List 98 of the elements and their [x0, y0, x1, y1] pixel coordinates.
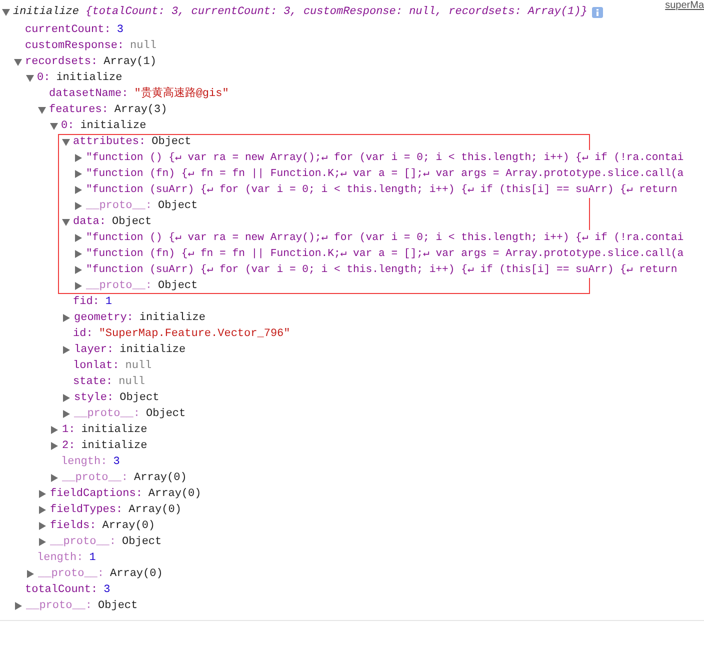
property-key: "function () {↵ var ra = new Array();↵ for (var i = 0; i < this.length; i++) {↵ if (!ra.contai — [86, 230, 684, 246]
property-value: 3 — [116, 23, 124, 38]
property-value: initialize — [139, 311, 206, 326]
expand-arrow-icon[interactable] — [75, 202, 82, 210]
property-value: Object — [98, 599, 138, 614]
property-value: Array(1) — [104, 55, 156, 70]
property-key: currentCount: — [25, 22, 111, 38]
property-key: __proto__: — [62, 470, 128, 486]
property-key: length: — [61, 454, 108, 470]
property-value: initialize — [80, 119, 146, 134]
collapse-arrow-icon[interactable] — [50, 122, 58, 130]
property-key: layer: — [74, 342, 114, 358]
property-key: data: — [73, 214, 106, 230]
property-value: Object — [158, 199, 198, 214]
property-key: 1: — [62, 422, 76, 438]
property-key: fields: — [50, 518, 96, 534]
property-key: "function (fn) {↵ fn = fn || Function.K;↵ var a = [];↵ var args = Array.prototype.slice.call(a — [86, 246, 684, 262]
collapse-arrow-icon[interactable] — [14, 58, 22, 66]
property-key: recordsets: — [25, 54, 98, 70]
property-value: 3 — [113, 455, 120, 470]
property-value: Array(3) — [114, 103, 168, 118]
expand-arrow-icon[interactable] — [75, 250, 82, 258]
expand-arrow-icon[interactable] — [39, 538, 46, 546]
property-key: "function (suArr) {↵ for (var i = 0; i < this.length; i++) {↵ if (this[i] == suArr) {↵ return — [86, 182, 678, 198]
property-key: 0: — [37, 70, 50, 86]
property-value: initialize — [120, 343, 186, 358]
property-key: length: — [37, 550, 84, 566]
property-value: null — [118, 375, 146, 390]
expand-arrow-icon[interactable] — [51, 426, 58, 434]
property-key: geometry: — [74, 310, 134, 326]
property-value: 3 — [104, 583, 110, 598]
property-key: datasetName: — [49, 86, 128, 102]
property-key: 0: — [61, 118, 74, 134]
property-key: __proto__: — [86, 198, 152, 214]
property-key: "function (fn) {↵ fn = fn || Function.K;↵ var a = [];↵ var args = Array.prototype.slice.call(a — [86, 166, 684, 182]
property-value: null — [130, 39, 156, 54]
property-key: __proto__: — [74, 406, 140, 422]
property-value: Array(0) — [128, 503, 182, 518]
property-value: Object — [152, 135, 192, 150]
expand-arrow-icon[interactable] — [63, 346, 70, 354]
property-key: lonlat: — [73, 358, 120, 374]
property-key: fieldCaptions: — [50, 486, 142, 502]
property-key: style: — [74, 390, 114, 406]
property-key: features: — [49, 102, 108, 118]
property-key: __proto__: — [50, 534, 116, 550]
expand-arrow-icon[interactable] — [51, 474, 58, 482]
property-value: null — [125, 359, 152, 374]
expand-arrow-icon[interactable] — [63, 314, 70, 322]
property-value: Array(0) — [110, 567, 163, 582]
property-value: Array(0) — [148, 487, 202, 502]
property-value: Object — [146, 407, 186, 422]
property-value: Object — [120, 391, 160, 406]
property-key: state: — [73, 374, 113, 390]
property-key: fieldTypes: — [50, 502, 123, 518]
property-key: "function () {↵ var ra = new Array();↵ for (var i = 0; i < this.length; i++) {↵ if (!ra.contai — [86, 150, 684, 166]
expand-arrow-icon[interactable] — [75, 282, 82, 290]
expand-arrow-icon[interactable] — [75, 170, 82, 178]
property-value: Object — [158, 279, 198, 294]
property-key: fid: — [73, 294, 100, 310]
expand-arrow-icon[interactable] — [75, 186, 82, 194]
object-preview: initialize {totalCount: 3, currentCount: 3, customResponse: null, recordsets: Array(1)} — [13, 5, 588, 20]
expand-arrow-icon[interactable] — [39, 490, 46, 498]
property-key: id: — [73, 326, 93, 342]
property-key: 2: — [62, 438, 76, 454]
expand-arrow-icon[interactable] — [75, 234, 82, 242]
property-value: Array(0) — [102, 519, 156, 534]
property-value: 1 — [105, 295, 112, 310]
expand-arrow-icon[interactable] — [63, 394, 70, 402]
collapse-arrow-icon[interactable] — [38, 106, 46, 114]
expand-arrow-icon[interactable] — [51, 442, 58, 450]
property-value: initialize — [81, 423, 148, 438]
collapse-arrow-icon[interactable] — [62, 218, 70, 226]
expand-arrow-icon[interactable] — [39, 522, 46, 530]
collapse-arrow-icon[interactable] — [2, 8, 10, 16]
property-key: "function (suArr) {↵ for (var i = 0; i < this.length; i++) {↵ if (this[i] == suArr) {↵ return — [86, 262, 678, 278]
expand-arrow-icon[interactable] — [75, 266, 82, 274]
property-value: 1 — [89, 551, 96, 566]
property-key: totalCount: — [25, 582, 98, 598]
collapse-arrow-icon[interactable] — [26, 74, 34, 82]
collapse-arrow-icon[interactable] — [62, 138, 70, 146]
property-value: Object — [112, 215, 152, 230]
property-value: "SuperMap.Feature.Vector_796" — [98, 327, 290, 342]
expand-arrow-icon[interactable] — [27, 570, 34, 578]
expand-arrow-icon[interactable] — [75, 154, 82, 162]
property-value: initialize — [56, 71, 122, 86]
property-value: "贵黄高速路@gis" — [134, 86, 229, 102]
property-key: __proto__: — [26, 598, 92, 614]
property-value: Array(0) — [134, 471, 187, 486]
property-key: attributes: — [73, 134, 146, 150]
expand-arrow-icon[interactable] — [63, 410, 70, 418]
property-value: initialize — [81, 439, 148, 454]
property-value: Object — [122, 535, 162, 550]
property-key: __proto__: — [38, 566, 104, 582]
expand-arrow-icon[interactable] — [39, 506, 46, 514]
property-key: __proto__: — [86, 278, 152, 294]
property-key: customResponse: — [25, 38, 124, 54]
source-link[interactable]: superMa — [665, 0, 704, 14]
expand-arrow-icon[interactable] — [15, 602, 22, 610]
